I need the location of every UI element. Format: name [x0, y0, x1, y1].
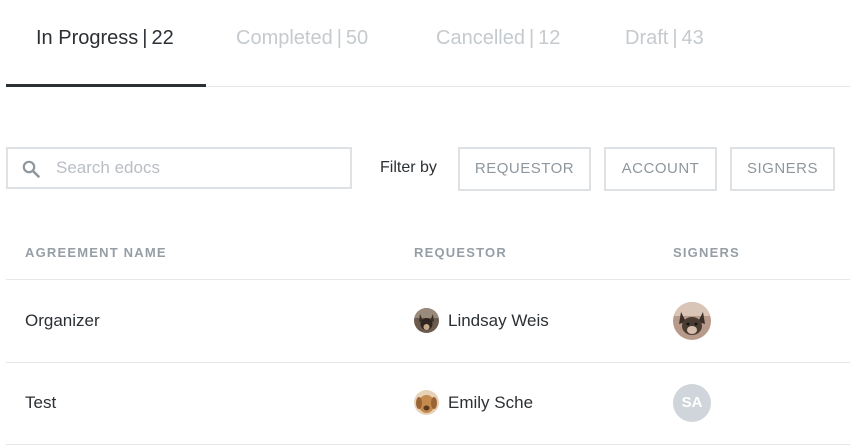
status-tabs: In Progress | 22 Completed | 50 Cancelled | 12…: [6, 0, 850, 87]
tab-separator: |: [672, 27, 678, 49]
requestor-cell: Lindsay Weis: [414, 308, 549, 333]
requestor-name: Lindsay Weis: [448, 310, 549, 330]
requestor-name: Emily Sche: [448, 392, 534, 412]
tab-count: 12: [538, 27, 561, 49]
search-icon: [22, 160, 40, 178]
requestor-avatar: [414, 390, 439, 415]
tab-separator: |: [336, 27, 342, 49]
search-input[interactable]: [56, 149, 336, 187]
tab-label: Completed: [236, 27, 333, 49]
filter-account-button[interactable]: ACCOUNT: [604, 147, 717, 191]
active-tab-indicator: [6, 84, 206, 87]
signer-initials-avatar[interactable]: SA: [673, 384, 711, 422]
agreement-name[interactable]: Organizer: [25, 311, 100, 331]
signer-avatar[interactable]: [673, 302, 711, 340]
divider: [6, 362, 850, 363]
search-box[interactable]: [6, 147, 352, 189]
requestor-avatar: [414, 308, 439, 333]
filter-requestor-button[interactable]: REQUESTOR: [458, 147, 591, 191]
tab-separator: |: [142, 27, 148, 49]
tab-completed[interactable]: Completed | 50: [236, 27, 368, 50]
agreement-name[interactable]: Test: [25, 393, 56, 413]
tab-cancelled[interactable]: Cancelled | 12: [436, 27, 560, 50]
requestor-cell: Emily Sche: [414, 390, 533, 415]
filter-label: Filter by: [380, 159, 437, 176]
tab-count: 43: [681, 27, 704, 49]
tab-draft[interactable]: Draft | 43: [625, 27, 704, 50]
column-header-signers[interactable]: SIGNERS: [673, 245, 740, 260]
divider: [6, 279, 850, 280]
tab-count: 22: [151, 27, 174, 49]
tab-label: In Progress: [36, 27, 139, 49]
tab-in-progress[interactable]: In Progress | 22: [36, 27, 174, 50]
tab-label: Draft: [625, 27, 669, 49]
column-header-agreement-name[interactable]: AGREEMENT NAME: [25, 245, 167, 260]
filter-signers-button[interactable]: SIGNERS: [730, 147, 835, 191]
tab-separator: |: [528, 27, 535, 49]
column-header-requestor[interactable]: REQUESTOR: [414, 245, 507, 260]
tab-count: 50: [345, 27, 369, 49]
tab-label: Cancelled: [436, 27, 525, 49]
